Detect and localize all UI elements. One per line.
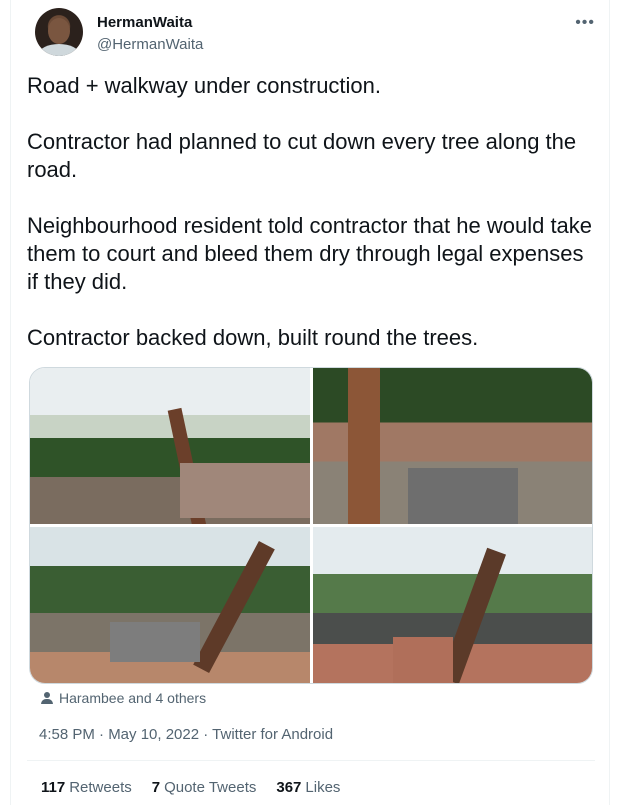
tweet-paragraph: Neighbourhood resident told contractor t… [27, 213, 593, 294]
gravel-path [110, 622, 200, 662]
avatar-shirt [39, 44, 79, 56]
retweets-stat[interactable]: 117 Retweets [41, 779, 132, 796]
wall [180, 463, 310, 518]
walkway [392, 637, 453, 683]
photo-1[interactable] [30, 368, 310, 524]
tweet-paragraph: Contractor backed down, built round the … [27, 325, 479, 350]
tweet-text: Road + walkway under construction. Contr… [27, 72, 597, 380]
avatar[interactable] [35, 8, 83, 56]
likes-count: 367 [276, 779, 302, 796]
avatar-face [48, 18, 70, 44]
source-app[interactable]: Twitter for Android [212, 726, 333, 743]
liked-by[interactable]: Harambee and 4 others [41, 690, 206, 706]
gravel-path [407, 468, 518, 524]
timestamp[interactable]: 4:58 PM · May 10, 2022 [39, 726, 199, 743]
likes-stat[interactable]: 367 Likes [276, 779, 340, 796]
person-icon [41, 692, 53, 704]
likes-label: Likes [305, 779, 341, 796]
tweet-meta: 4:58 PM · May 10, 2022 · Twitter for And… [39, 726, 333, 743]
tweet-stats: 117 Retweets 7 Quote Tweets 367 Likes [41, 779, 340, 796]
tweet-card: HermanWaita @HermanWaita ••• Road + walk… [10, 0, 610, 805]
media-grid [29, 367, 593, 684]
quote-count: 7 [151, 779, 161, 796]
author-handle[interactable]: @HermanWaita [97, 36, 203, 53]
retweets-count: 117 [41, 779, 66, 796]
retweets-label: Retweets [69, 779, 132, 796]
quote-tweets-stat[interactable]: 7 Quote Tweets [152, 779, 257, 796]
quote-label: Quote Tweets [164, 779, 257, 796]
meta-separator: · [203, 726, 213, 743]
likers-text: Harambee and 4 others [59, 690, 207, 706]
tweet-paragraph: Contractor had planned to cut down every… [27, 129, 577, 182]
divider [27, 760, 595, 761]
author-name[interactable]: HermanWaita [97, 14, 192, 31]
more-horizontal-icon[interactable]: ••• [575, 14, 595, 32]
tweet-paragraph: Road + walkway under construction. [27, 73, 382, 98]
photo-3[interactable] [30, 527, 310, 683]
tree-trunk [347, 368, 380, 524]
photo-4[interactable] [312, 527, 592, 683]
photo-2[interactable] [312, 368, 592, 524]
